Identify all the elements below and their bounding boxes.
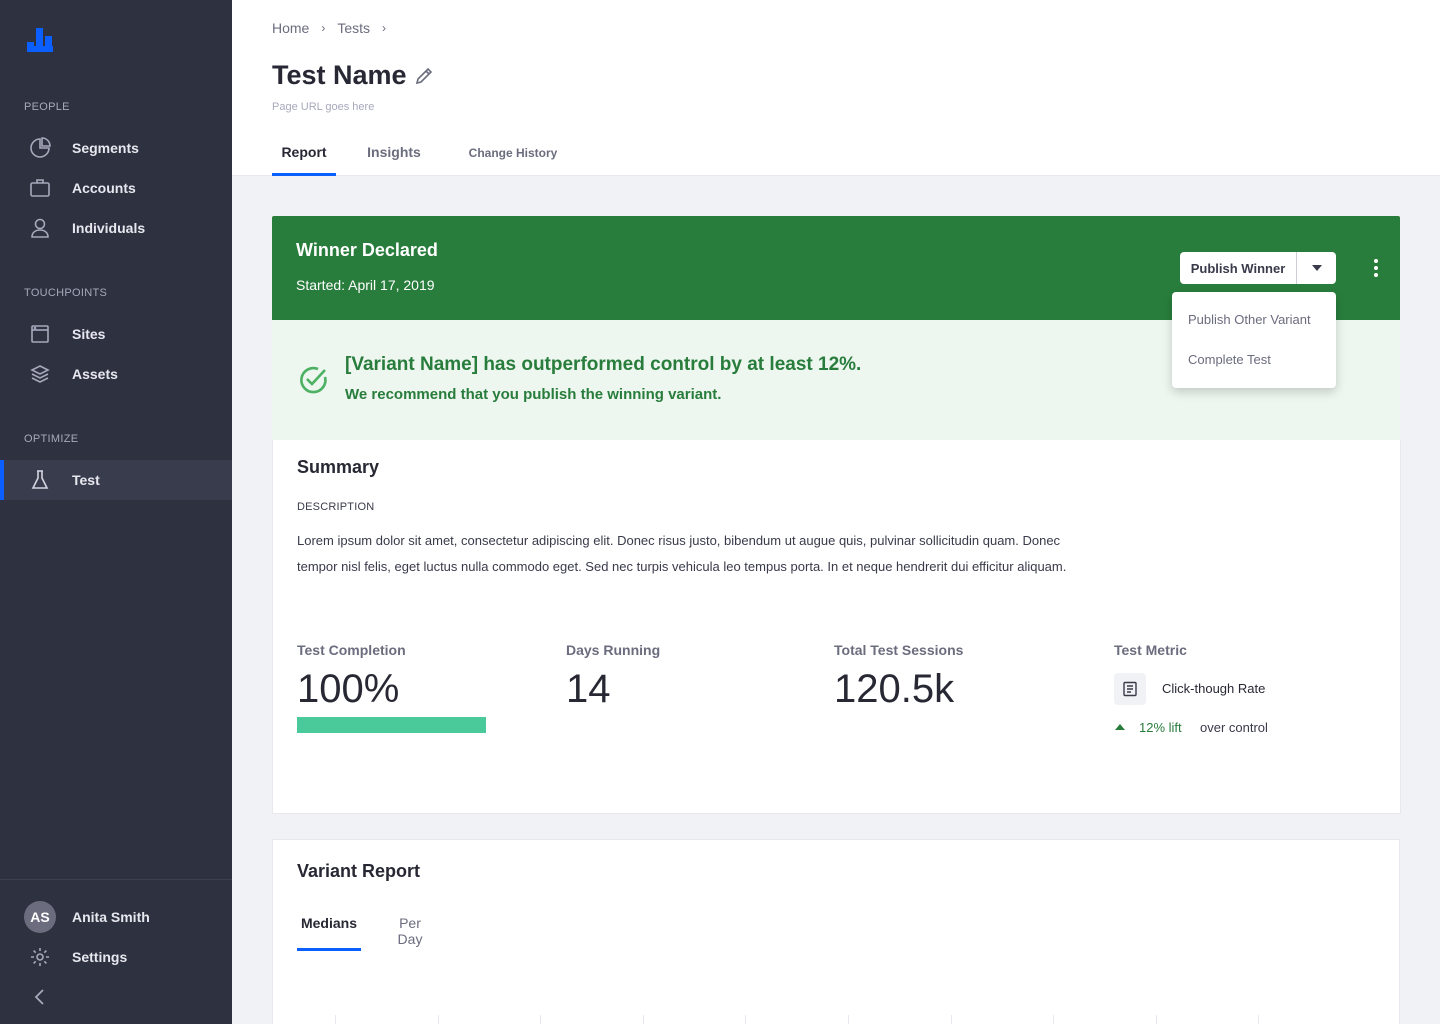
description-text: Lorem ipsum dolor sit amet, consectetur … xyxy=(297,533,1067,574)
tab-per-day[interactable]: Per Day xyxy=(385,915,435,951)
pie-chart-icon xyxy=(29,137,51,159)
gridline xyxy=(1053,1015,1055,1024)
sidebar-item-label: Segments xyxy=(72,140,139,156)
lift-value: 12% lift xyxy=(1139,720,1182,735)
section-title-people: PEOPLE xyxy=(24,101,70,113)
summary-title: Summary xyxy=(297,457,380,477)
gridline xyxy=(540,1015,542,1024)
page-url: Page URL goes here xyxy=(272,101,375,113)
publish-split-button: Publish Winner xyxy=(1180,252,1336,284)
gridline xyxy=(1258,1015,1260,1024)
more-options-icon[interactable] xyxy=(1366,256,1386,280)
gridline xyxy=(950,1015,952,1024)
gridline xyxy=(745,1015,747,1024)
publish-dropdown-toggle[interactable] xyxy=(1297,252,1336,284)
layers-icon xyxy=(29,363,51,385)
breadcrumb-item-tests[interactable]: Tests xyxy=(337,20,370,36)
tab-insights[interactable]: Insights xyxy=(360,136,428,176)
gridline xyxy=(642,1015,644,1024)
sidebar-item-assets[interactable]: Assets xyxy=(0,354,232,394)
sidebar-item-label: Individuals xyxy=(72,220,146,236)
stat-label-completion: Test Completion xyxy=(297,642,406,658)
logo-icon[interactable] xyxy=(27,28,53,52)
section-title-touchpoints: TOUCHPOINTS xyxy=(24,287,108,299)
breadcrumb: Home › Tests › xyxy=(272,20,398,36)
metric-name: Click-though Rate xyxy=(1162,681,1266,696)
chevron-right-icon: › xyxy=(382,21,387,35)
check-circle-icon xyxy=(300,366,327,394)
publish-winner-button[interactable]: Publish Winner xyxy=(1180,252,1297,284)
stat-label-days: Days Running xyxy=(566,642,661,658)
gear-icon xyxy=(29,946,51,968)
sidebar-item-label: Assets xyxy=(72,366,118,382)
lift-text: over control xyxy=(1200,720,1268,735)
sidebar-item-label: Accounts xyxy=(72,180,136,196)
completion-progress-bar xyxy=(297,717,486,733)
winner-message: [Variant Name] has outperformed control … xyxy=(345,354,862,375)
sidebar-item-label: Settings xyxy=(72,949,128,965)
browser-window-icon xyxy=(29,323,51,345)
stat-value-days: 14 xyxy=(566,667,611,711)
winner-recommendation: We recommend that you publish the winnin… xyxy=(345,386,722,403)
sidebar-item-accounts[interactable]: Accounts xyxy=(0,168,232,208)
sidebar-item-sites[interactable]: Sites xyxy=(0,314,232,354)
winner-title: Winner Declared xyxy=(296,240,438,260)
gridline xyxy=(437,1015,439,1024)
stat-value-completion: 100% xyxy=(297,667,400,711)
sidebar-item-label: Test xyxy=(72,472,100,488)
page-title: Test Name xyxy=(272,60,407,90)
publish-dropdown-menu: Publish Other Variant Complete Test xyxy=(1172,292,1336,388)
page-header: Home › Tests › Test Name Page URL goes h… xyxy=(232,0,1440,176)
section-title-optimize: OPTIMIZE xyxy=(24,433,79,445)
summary-card: Summary DESCRIPTION Lorem ipsum dolor si… xyxy=(272,440,1401,814)
progress-fill xyxy=(297,717,486,733)
briefcase-icon xyxy=(29,177,51,199)
variant-report-title: Variant Report xyxy=(297,861,421,881)
gridline xyxy=(335,1015,336,1024)
user-name: Anita Smith xyxy=(72,909,150,925)
sidebar-item-settings[interactable]: Settings xyxy=(0,937,232,977)
chevron-left-icon xyxy=(29,986,51,1008)
gridline xyxy=(1155,1015,1157,1024)
sidebar: PEOPLE Segments Accounts Individuals TOU… xyxy=(0,0,232,1024)
tab-change-history[interactable]: Change History xyxy=(464,136,562,176)
menu-item-publish-other-variant[interactable]: Publish Other Variant xyxy=(1188,312,1311,327)
start-date: Started: April 17, 2019 xyxy=(296,277,435,293)
sidebar-item-label: Sites xyxy=(72,326,106,342)
menu-item-complete-test[interactable]: Complete Test xyxy=(1188,352,1271,367)
tab-medians[interactable]: Medians xyxy=(297,915,361,951)
breadcrumb-item-home[interactable]: Home xyxy=(272,20,309,36)
gridline xyxy=(848,1015,849,1024)
flask-icon xyxy=(29,469,51,491)
user-profile[interactable]: Anita Smith xyxy=(0,897,232,937)
sidebar-footer: AS Anita Smith Settings xyxy=(0,879,232,1024)
description-label: DESCRIPTION xyxy=(297,501,375,513)
user-icon xyxy=(29,217,51,239)
caret-down-icon xyxy=(1311,265,1322,271)
stat-label-metric: Test Metric xyxy=(1114,642,1187,658)
document-icon xyxy=(1114,673,1146,705)
collapse-sidebar-button[interactable] xyxy=(0,977,232,1017)
variant-report-card: Variant Report Medians Per Day xyxy=(272,839,1400,1024)
stat-value-sessions: 120.5k xyxy=(834,667,955,711)
pencil-icon[interactable] xyxy=(414,66,434,86)
sidebar-item-segments[interactable]: Segments xyxy=(0,128,232,168)
chevron-right-icon: › xyxy=(321,21,326,35)
sidebar-item-test[interactable]: Test xyxy=(0,460,232,500)
arrow-up-icon xyxy=(1115,724,1125,730)
sidebar-item-individuals[interactable]: Individuals xyxy=(0,208,232,248)
tab-report[interactable]: Report xyxy=(272,136,336,176)
stat-label-sessions: Total Test Sessions xyxy=(834,642,964,658)
